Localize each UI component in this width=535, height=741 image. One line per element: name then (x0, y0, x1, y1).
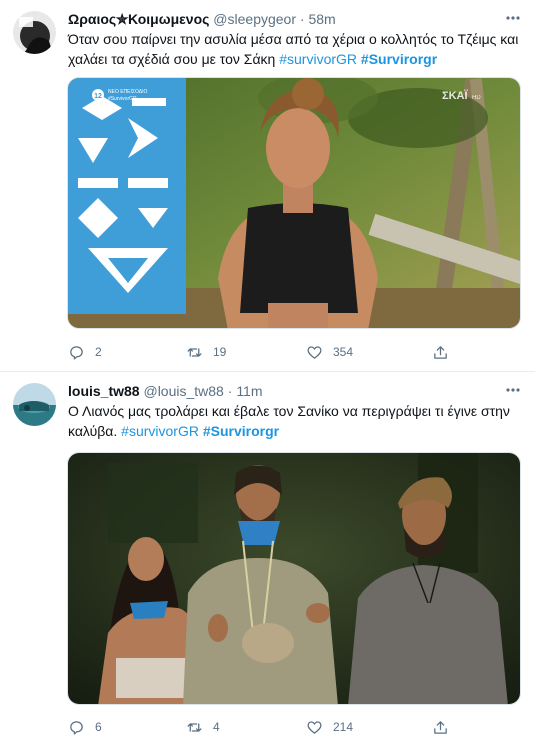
more-horizontal-icon (506, 16, 520, 20)
tweet-image[interactable]: 12 ΝΕΟ ΕΠΕΙΣΟΔΙΟ #SurvivorGR ΣΚΑΪ HD (67, 77, 521, 329)
like-count: 354 (333, 345, 354, 359)
retweet-arrows-icon (187, 722, 202, 732)
tweet-text: Όταν σου παίρνει την ασυλία μέσα από τα … (68, 29, 523, 69)
tribal-council-photo (68, 453, 520, 704)
timestamp[interactable]: 58m (308, 11, 335, 27)
reply-bubble-icon (70, 720, 83, 735)
author-handle[interactable]: @sleepygeor (213, 11, 296, 27)
like-count: 214 (333, 720, 354, 734)
episode-badge-number: 12 (94, 93, 102, 100)
channel-watermark: ΣΚΑΪ (442, 89, 468, 102)
like-button[interactable]: 354 (306, 343, 353, 361)
channel-watermark-suffix: HD (472, 95, 481, 101)
tweet-text: Ο Λιανός μας τρολάρει και έβαλε τον Σανί… (68, 401, 523, 441)
hashtag-link[interactable]: #Survirorgr (203, 423, 279, 439)
avatar[interactable] (13, 11, 56, 54)
more-horizontal-icon (506, 388, 520, 392)
author-name[interactable]: Ωραιος✮Κοιμωμενος (68, 11, 209, 27)
retweet-count: 4 (213, 720, 220, 734)
episode-badge-hashtag: #SurvivorGR (108, 96, 137, 102)
retweet-arrows-icon (187, 347, 202, 357)
reply-bubble-icon (70, 345, 83, 360)
share-button[interactable] (432, 718, 449, 736)
episode-badge-label: ΝΕΟ ΕΠΕΙΣΟΔΙΟ (108, 89, 147, 95)
tweet-image[interactable] (67, 452, 521, 705)
survivor-contestant-photo: 12 ΝΕΟ ΕΠΕΙΣΟΔΙΟ #SurvivorGR ΣΚΑΪ HD (68, 78, 520, 328)
reply-button[interactable]: 6 (68, 718, 102, 736)
heart-icon (307, 345, 322, 359)
retweet-count: 19 (213, 345, 227, 359)
hashtag-link[interactable]: #Survirorgr (361, 51, 437, 67)
avatar[interactable] (13, 383, 56, 426)
tweet-header: louis_tw88 @louis_tw88 · 11m (68, 383, 263, 400)
more-options-button[interactable] (505, 10, 521, 26)
author-name[interactable]: louis_tw88 (68, 383, 140, 399)
tweet-actions: 6 4 214 (68, 718, 488, 736)
retweet-button[interactable]: 19 (186, 343, 226, 361)
share-button[interactable] (432, 343, 449, 361)
timestamp[interactable]: 11m (236, 383, 262, 399)
hashtag-link[interactable]: #survivorGR (121, 423, 199, 439)
author-handle[interactable]: @louis_tw88 (143, 383, 223, 399)
tweet[interactable]: louis_tw88 @louis_tw88 · 11m Ο Λιανός μα… (0, 372, 535, 741)
like-button[interactable]: 214 (306, 718, 353, 736)
heart-icon (307, 720, 322, 734)
share-upload-icon (434, 720, 447, 734)
separator-dot: · (227, 383, 233, 399)
tweet-header: Ωραιος✮Κοιμωμενος @sleepygeor · 58m (68, 11, 336, 28)
retweet-button[interactable]: 4 (186, 718, 220, 736)
tweet-actions: 2 19 354 (68, 343, 488, 361)
tweet[interactable]: Ωραιος✮Κοιμωμενος @sleepygeor · 58m Όταν… (0, 0, 535, 372)
separator-dot: · (299, 11, 305, 27)
share-upload-icon (434, 345, 447, 359)
hashtag-link[interactable]: #survivorGR (279, 51, 357, 67)
reply-count: 2 (95, 345, 102, 359)
more-options-button[interactable] (505, 382, 521, 398)
reply-count: 6 (95, 720, 102, 734)
reply-button[interactable]: 2 (68, 343, 102, 361)
